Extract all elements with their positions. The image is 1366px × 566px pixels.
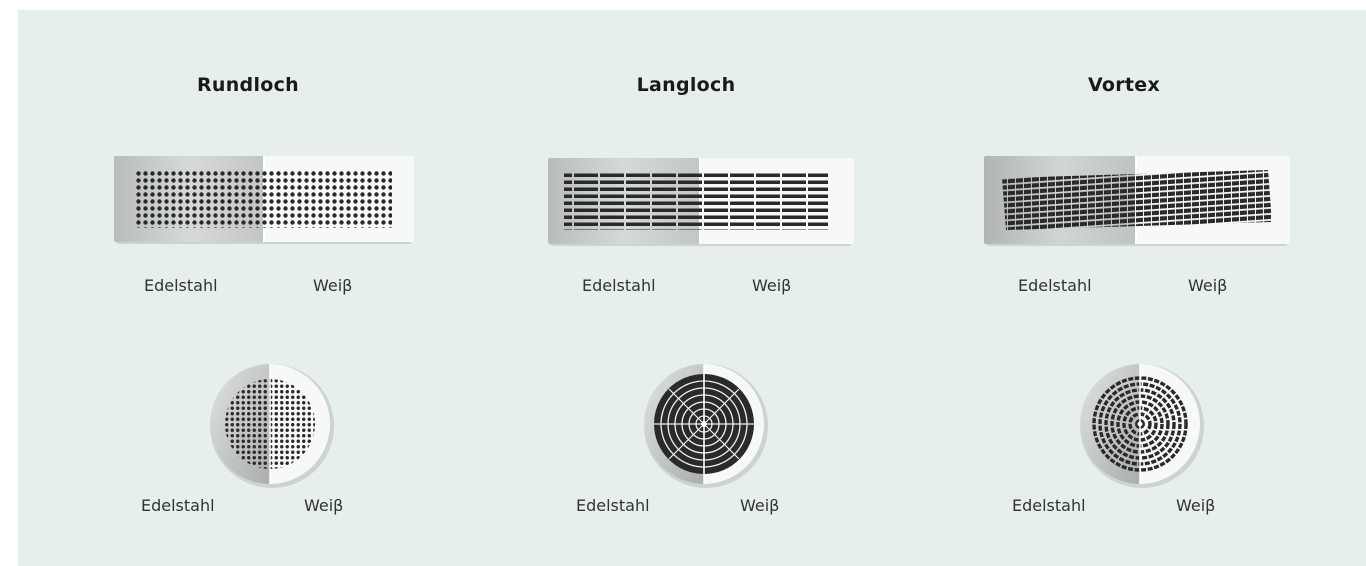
product-panel: Rundloch Edelstahl Weiβ Edelstahl Weiβ L…: [18, 10, 1366, 566]
round-grille-rundloch: [210, 364, 334, 488]
round-grille-vortex: [1080, 364, 1204, 488]
rect-grille-langloch: [548, 158, 854, 246]
label-weiss: Weiβ: [313, 276, 353, 295]
column-langloch: Langloch Edelstahl Weiβ Edelstahl Weiβ: [490, 10, 910, 566]
label-weiss: Weiβ: [304, 496, 344, 515]
label-weiss: Weiβ: [740, 496, 780, 515]
rect-grille-vortex: [984, 156, 1290, 246]
label-edelstahl: Edelstahl: [582, 276, 656, 295]
label-edelstahl: Edelstahl: [141, 496, 215, 515]
label-edelstahl: Edelstahl: [1018, 276, 1092, 295]
column-title: Langloch: [636, 74, 736, 96]
round-grille-langloch: [644, 364, 768, 488]
label-weiss: Weiβ: [1176, 496, 1216, 515]
label-weiss: Weiβ: [752, 276, 792, 295]
label-weiss: Weiβ: [1188, 276, 1228, 295]
label-edelstahl: Edelstahl: [144, 276, 218, 295]
column-title: Rundloch: [196, 74, 300, 96]
rect-grille-rundloch: [114, 156, 414, 244]
label-edelstahl: Edelstahl: [576, 496, 650, 515]
column-vortex: Vortex Edelstahl Weiβ Edelstahl Weiβ: [926, 10, 1346, 566]
column-rundloch: Rundloch Edelstahl Weiβ Edelstahl Weiβ: [38, 10, 458, 566]
label-edelstahl: Edelstahl: [1012, 496, 1086, 515]
column-title: Vortex: [1087, 74, 1161, 96]
